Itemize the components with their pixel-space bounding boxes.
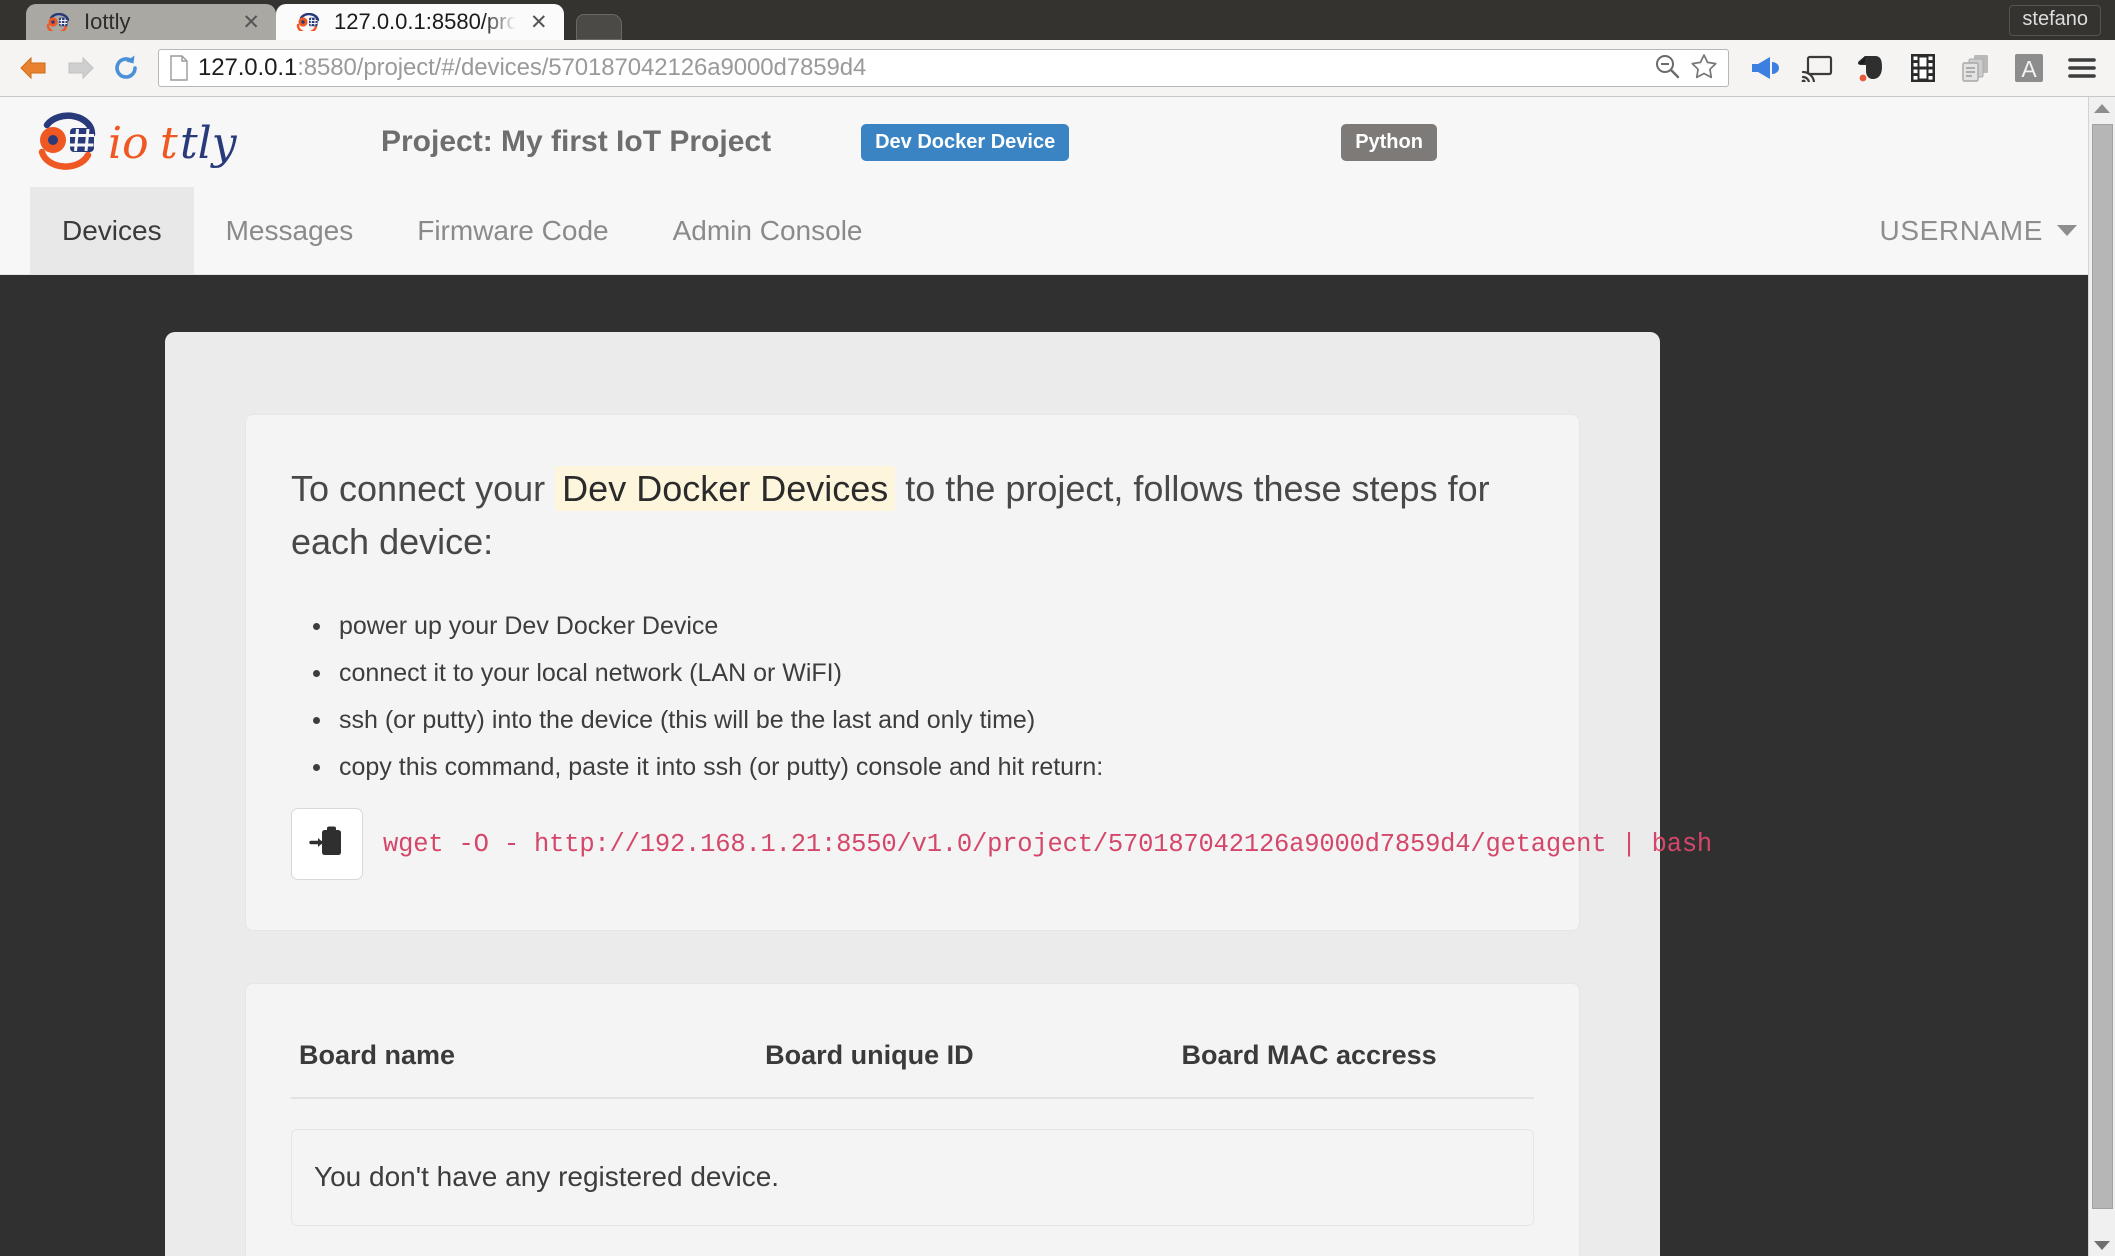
bookmark-star-icon[interactable]	[1690, 52, 1718, 85]
iottly-logo[interactable]: io t tly	[30, 106, 288, 178]
tab-messages[interactable]: Messages	[194, 187, 386, 274]
svg-text:t: t	[160, 118, 178, 169]
column-header-board-mac-address: Board MAC accress	[1173, 1032, 1534, 1100]
clipboard-paste-icon	[307, 822, 347, 867]
browser-tab-1[interactable]: Iottly ✕	[26, 4, 276, 40]
instructions-intro: To connect your Dev Docker Devices to th…	[291, 463, 1534, 568]
address-bar-path: :8580/project/#/devices/570187042126a900…	[297, 54, 867, 81]
iottly-favicon	[46, 12, 72, 34]
list-item: copy this command, paste it into ssh (or…	[313, 743, 1534, 790]
empty-state-message: You don't have any registered device.	[291, 1129, 1534, 1227]
evernote-elephant-icon[interactable]	[1853, 51, 1887, 85]
intro-text-before: To connect your	[291, 468, 546, 509]
intro-highlight: Dev Docker Devices	[555, 466, 896, 511]
browser-tab-1-close-icon[interactable]: ✕	[240, 12, 262, 33]
window-user-label[interactable]: stefano	[2009, 5, 2101, 36]
address-bar[interactable]: 127.0.0.1:8580/project/#/devices/5701870…	[158, 49, 1729, 87]
list-item: connect it to your local network (LAN or…	[313, 649, 1534, 696]
browser-tab-2-title: 127.0.0.1:8580/proje	[334, 9, 516, 34]
chevron-down-icon	[2057, 225, 2077, 236]
text-format-a-icon[interactable]: A	[2012, 51, 2046, 85]
devices-table: Board name Board unique ID Board MAC acc…	[291, 1032, 1534, 1100]
svg-text:tly: tly	[180, 118, 238, 169]
devices-panel: To connect your Dev Docker Devices to th…	[165, 332, 1712, 1256]
app-header: io t tly Project: My first IoT Project D…	[0, 97, 2115, 187]
film-strip-icon[interactable]	[1906, 51, 1940, 85]
scroll-down-arrow-icon[interactable]	[2094, 1241, 2110, 1250]
address-bar-host: 127.0.0.1	[198, 54, 298, 81]
tab-firmware-code[interactable]: Firmware Code	[385, 187, 640, 274]
svg-text:A: A	[2021, 56, 2037, 82]
zoom-out-icon[interactable]	[1653, 52, 1681, 85]
content-background: To connect your Dev Docker Devices to th…	[0, 275, 2115, 1256]
command-row: wget -O - http://192.168.1.21:8550/v1.0/…	[291, 808, 1712, 881]
connect-instructions-card: To connect your Dev Docker Devices to th…	[245, 414, 1712, 932]
browser-toolbar: 127.0.0.1:8580/project/#/devices/5701870…	[0, 40, 2115, 97]
reload-icon[interactable]	[106, 48, 146, 88]
browser-tab-1-title: Iottly	[84, 9, 131, 34]
app-navigation: Devices Messages Firmware Code Admin Con…	[0, 187, 2115, 275]
cast-icon[interactable]	[1800, 51, 1834, 85]
hamburger-menu-icon[interactable]	[2065, 51, 2099, 85]
new-tab-button[interactable]	[575, 14, 622, 40]
megaphone-icon[interactable]	[1747, 51, 1781, 85]
user-menu-label: USERNAME	[1879, 214, 2043, 246]
browser-window: Iottly ✕ 127.0.0.1:8580/proje ✕ stefano	[0, 0, 2115, 1256]
forward-arrow-icon	[60, 48, 100, 88]
column-header-board-unique-id: Board unique ID	[757, 1032, 1174, 1100]
list-item: power up your Dev Docker Device	[313, 602, 1534, 649]
address-bar-url[interactable]: 127.0.0.1:8580/project/#/devices/5701870…	[198, 54, 1644, 82]
tab-devices[interactable]: Devices	[30, 187, 194, 274]
list-item: ssh (or putty) into the device (this wil…	[313, 696, 1534, 743]
browser-tab-2[interactable]: 127.0.0.1:8580/proje ✕	[276, 4, 564, 40]
column-header-board-name: Board name	[291, 1032, 758, 1100]
browser-titlebar: Iottly ✕ 127.0.0.1:8580/proje ✕ stefano	[0, 0, 2115, 40]
user-menu[interactable]: USERNAME	[1879, 187, 2077, 274]
iottly-favicon	[296, 12, 322, 34]
browser-tab-2-close-icon[interactable]: ✕	[528, 12, 550, 33]
svg-text:io: io	[108, 118, 149, 169]
devices-table-card: Board name Board unique ID Board MAC acc…	[245, 983, 1580, 1256]
copy-documents-icon[interactable]	[1959, 51, 1993, 85]
page-scrollbar[interactable]	[2088, 97, 2115, 1256]
device-type-badge[interactable]: Dev Docker Device	[861, 123, 1070, 161]
scrollbar-thumb[interactable]	[2092, 124, 2113, 1209]
page-document-icon	[170, 55, 188, 81]
page-viewport: io t tly Project: My first IoT Project D…	[0, 97, 2115, 1256]
back-arrow-icon[interactable]	[14, 48, 54, 88]
agent-install-command[interactable]: wget -O - http://192.168.1.21:8550/v1.0/…	[383, 830, 1712, 859]
language-badge[interactable]: Python	[1341, 123, 1437, 161]
browser-extension-icons: A	[1743, 51, 2099, 85]
copy-command-button[interactable]	[291, 808, 363, 881]
instruction-steps-list: power up your Dev Docker Device connect …	[291, 602, 1534, 790]
page-title: Project: My first IoT Project	[381, 125, 772, 158]
scroll-up-arrow-icon[interactable]	[2094, 104, 2110, 113]
tab-admin-console[interactable]: Admin Console	[641, 187, 895, 274]
table-header-row: Board name Board unique ID Board MAC acc…	[291, 1032, 1534, 1100]
